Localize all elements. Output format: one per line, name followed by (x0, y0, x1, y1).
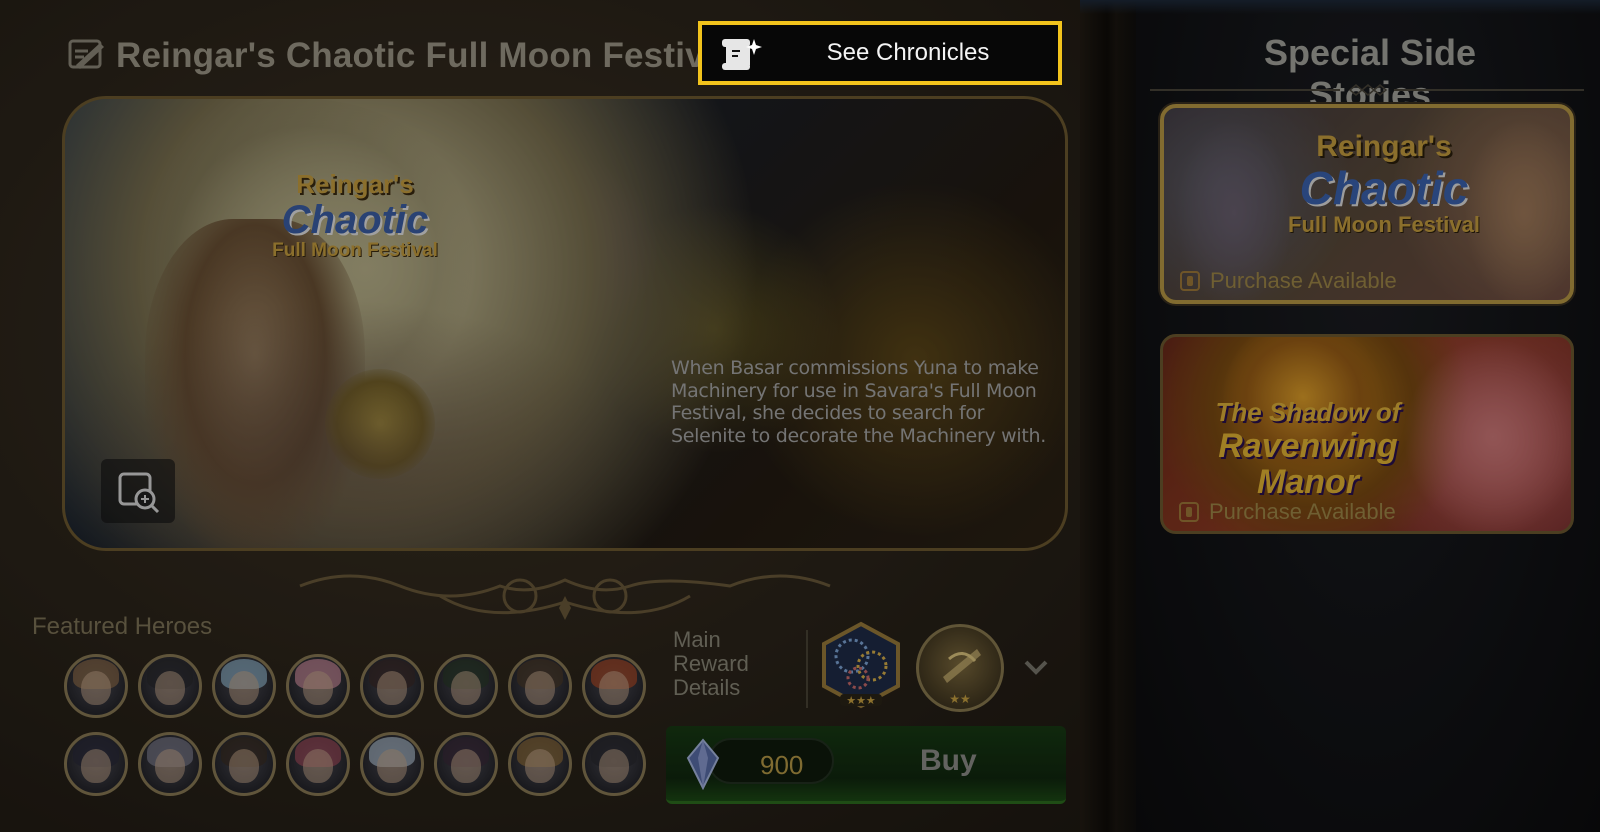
reward-divider (806, 630, 808, 708)
hero-portrait[interactable] (434, 732, 498, 796)
card1-logo-line3: Full Moon Festival (1288, 212, 1480, 237)
hero-portrait[interactable] (508, 732, 572, 796)
hero-face (451, 671, 481, 705)
banner-logo: Reingar's Chaotic Full Moon Festival (265, 169, 445, 262)
hero-face (303, 749, 333, 783)
hero-face (81, 749, 111, 783)
crystal-gem-icon (686, 738, 720, 790)
fireworks-reward-icon[interactable]: ★★★ (818, 620, 904, 712)
main-reward-label: Main Reward Details (673, 628, 749, 700)
svg-text:★★★: ★★★ (846, 694, 876, 707)
buy-label: Buy (920, 744, 977, 777)
hero-portrait[interactable] (508, 654, 572, 718)
hero-face (303, 671, 333, 705)
featured-heroes-grid (64, 654, 654, 796)
hero-portrait[interactable] (286, 654, 350, 718)
hero-face (599, 671, 629, 705)
hero-portrait[interactable] (64, 732, 128, 796)
top-edge (1080, 0, 1600, 14)
page-title: Reingar's Chaotic Full Moon Festival (116, 36, 735, 75)
card1-status: Purchase Available (1180, 268, 1397, 294)
story-banner: Reingar's Chaotic Full Moon Festival Whe… (62, 96, 1068, 551)
price-pill: 900 (708, 738, 834, 784)
card2-logo: The Shadow of Ravenwing Manor (1193, 397, 1423, 500)
hero-face (599, 749, 629, 783)
purchase-tag-icon (1179, 502, 1199, 522)
main-reward-line2: Reward (673, 651, 749, 676)
purchase-tag-icon (1180, 271, 1200, 291)
card1-logo-line2: Chaotic (1299, 162, 1469, 214)
card2-status-label: Purchase Available (1209, 499, 1396, 524)
hero-face (377, 749, 407, 783)
card2-status: Purchase Available (1179, 499, 1396, 525)
hero-portrait[interactable] (582, 732, 646, 796)
hero-face (81, 671, 111, 705)
hero-face (229, 749, 259, 783)
hero-portrait[interactable] (286, 732, 350, 796)
hero-face (525, 671, 555, 705)
featured-heroes-label: Featured Heroes (32, 613, 213, 640)
banner-logo-line2: Chaotic (281, 198, 429, 242)
main-reward-line1: Main (673, 627, 721, 652)
zoom-button[interactable] (101, 459, 175, 523)
see-chronicles-button[interactable]: See Chronicles (698, 21, 1062, 85)
hero-portrait[interactable] (360, 732, 424, 796)
hero-face (377, 671, 407, 705)
hero-portrait[interactable] (212, 654, 276, 718)
banner-logo-line3: Full Moon Festival (272, 240, 438, 261)
card1-logo-line1: Reingar's (1316, 130, 1452, 163)
hero-face (155, 671, 185, 705)
hero-face (451, 749, 481, 783)
hero-face (525, 749, 555, 783)
ticket-reward-icon[interactable]: ★★ (916, 624, 1004, 712)
hero-face (229, 671, 259, 705)
magnify-icon (118, 472, 160, 514)
hero-portrait[interactable] (138, 732, 202, 796)
ticket-icon: ★★ (943, 649, 981, 706)
page-header: Reingar's Chaotic Full Moon Festival (66, 36, 734, 76)
hero-portrait[interactable] (582, 654, 646, 718)
chronicle-quill-icon (68, 39, 104, 69)
buy-button[interactable]: 900 Buy (666, 726, 1066, 804)
card1-logo: Reingar's Chaotic Full Moon Festival (1244, 130, 1524, 238)
story-description: When Basar commissions Yuna to make Mach… (671, 357, 1046, 447)
svg-text:★★: ★★ (949, 692, 971, 706)
card2-logo-line3: Manor (1257, 463, 1359, 501)
side-title-rule (1150, 84, 1584, 96)
banner-logo-line1: Reingar's (296, 169, 414, 199)
hero-portrait[interactable] (138, 654, 202, 718)
card2-logo-line1: The Shadow of (1215, 397, 1401, 427)
chronicle-scroll-icon (722, 39, 762, 70)
book-spine (1080, 0, 1140, 832)
hero-portrait[interactable] (360, 654, 424, 718)
price-value: 900 (760, 750, 804, 780)
hero-portrait[interactable] (434, 654, 498, 718)
hero-portrait[interactable] (64, 654, 128, 718)
card2-witch (1403, 337, 1571, 531)
side-story-card-ravenwing[interactable]: The Shadow of Ravenwing Manor Purchase A… (1160, 334, 1574, 534)
side-story-card-reingar[interactable]: Reingar's Chaotic Full Moon Festival Pur… (1160, 104, 1574, 304)
ornament-divider (299, 574, 831, 620)
chevron-down-icon[interactable] (1022, 654, 1050, 678)
card2-logo-line2: Ravenwing (1218, 427, 1398, 465)
hero-portrait[interactable] (212, 732, 276, 796)
hero-face (155, 749, 185, 783)
card1-status-label: Purchase Available (1210, 268, 1397, 293)
main-reward-line3: Details (673, 675, 741, 700)
